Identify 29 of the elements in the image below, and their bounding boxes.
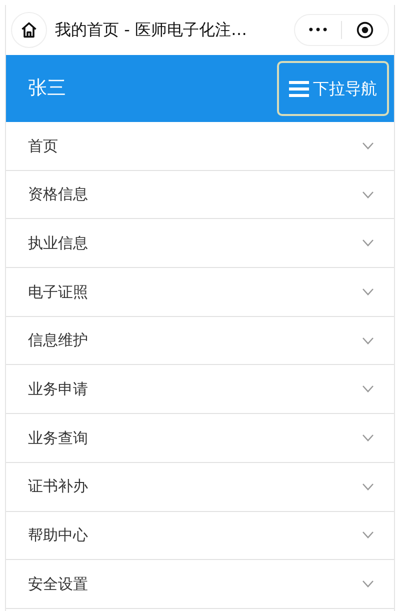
menu-label: 证书补办 [28,476,88,498]
menu-item[interactable]: 帮助中心 [6,512,394,560]
menu-label: 资格信息 [28,184,88,206]
menu-label: 首页 [28,136,58,157]
chevron-down-icon [362,531,374,540]
menu-icon [289,80,309,98]
menu-label: 信息维护 [28,330,88,352]
chevron-down-icon [362,142,374,150]
chevron-down-icon [362,288,374,296]
chevron-down-icon [362,190,374,199]
menu-label: 业务申请 [28,379,88,400]
chevron-down-icon [362,434,374,442]
page-title: 我的首页 - 医师电子化注… [55,19,247,41]
more-button[interactable]: ••• [295,24,341,36]
home-button[interactable] [11,12,47,48]
home-icon [20,21,38,39]
menu-label: 执业信息 [28,232,88,254]
chevron-down-icon [362,239,374,248]
user-name: 张三 [28,76,66,102]
menu-label: 帮助中心 [28,525,88,546]
chevron-down-icon [362,385,374,394]
chevron-down-icon [362,580,374,588]
menu-label: 电子证照 [28,282,88,303]
chevron-down-icon [362,482,374,491]
menu-item[interactable]: 资格信息 [6,170,394,220]
chevron-down-icon [362,336,374,345]
target-icon [356,21,374,39]
menu-label: 安全设置 [28,574,88,595]
menu-label: 业务查询 [28,428,88,449]
